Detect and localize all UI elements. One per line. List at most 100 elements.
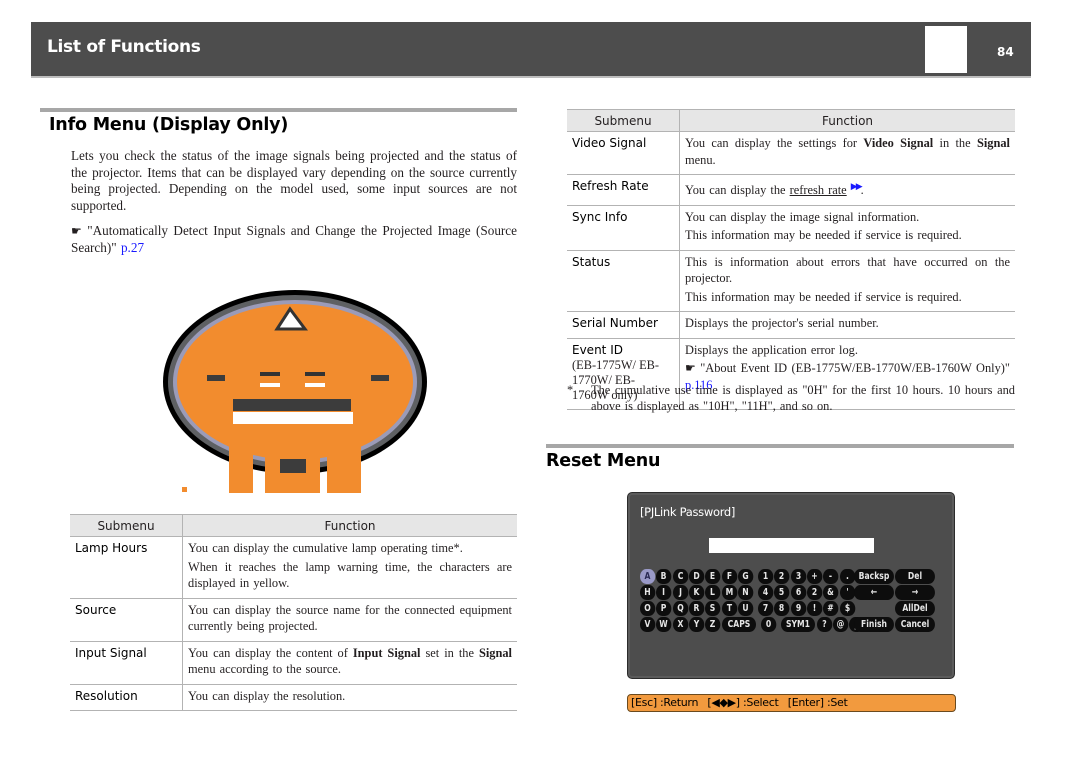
- help-select: [◀◆▶] :Select: [707, 696, 779, 709]
- key-x63[interactable]: ?: [816, 617, 832, 632]
- table-row: Video Signal You can display the setting…: [567, 131, 1015, 175]
- key-x43[interactable]: +: [807, 569, 822, 584]
- key-a[interactable]: A: [640, 569, 655, 584]
- key-z[interactable]: Z: [705, 617, 721, 632]
- key-x46[interactable]: .: [839, 569, 855, 584]
- backspace-key[interactable]: Backsp: [854, 569, 894, 584]
- submenu-cell: Source: [70, 597, 183, 642]
- table-row: Lamp Hours You can display the cumulativ…: [70, 536, 517, 599]
- footnote-mark: *: [567, 383, 574, 397]
- submenu-cell: Status: [567, 249, 680, 313]
- function-text: You can display the settings for: [685, 136, 864, 150]
- key-e[interactable]: E: [705, 569, 721, 584]
- column-header-function: Function: [182, 514, 517, 537]
- info-menu-table-right: Submenu Function Video Signal You can di…: [567, 109, 1015, 411]
- key-y[interactable]: Y: [688, 617, 704, 632]
- function-text: Displays the application error log.: [685, 342, 858, 357]
- header-marker-box: [925, 26, 967, 73]
- key-m[interactable]: M: [721, 585, 737, 600]
- key-4[interactable]: 4: [758, 585, 774, 600]
- key-q[interactable]: Q: [672, 601, 688, 616]
- key-5[interactable]: 5: [774, 585, 790, 600]
- function-cell: You can display the source name for the …: [182, 597, 517, 642]
- key-d[interactable]: D: [688, 569, 704, 584]
- key-v[interactable]: V: [640, 617, 655, 632]
- function-cell: You can display the settings for Video S…: [679, 131, 1015, 175]
- key-x38[interactable]: &: [823, 585, 839, 600]
- table-row: Status This is information about errors …: [567, 249, 1015, 313]
- key-o[interactable]: O: [640, 601, 655, 616]
- key-n[interactable]: N: [737, 585, 753, 600]
- key-l[interactable]: L: [705, 585, 721, 600]
- key-caps[interactable]: CAPS: [721, 617, 756, 632]
- key-f[interactable]: F: [721, 569, 737, 584]
- function-cell: This is information about errors that ha…: [679, 249, 1015, 313]
- key-3[interactable]: 3: [790, 569, 806, 584]
- key-k[interactable]: K: [688, 585, 704, 600]
- info-menu-intro: Lets you check the status of the image s…: [71, 148, 517, 213]
- reference-link[interactable]: p.27: [121, 240, 144, 255]
- key-x33[interactable]: !: [807, 601, 822, 616]
- finish-key[interactable]: Finish: [854, 617, 894, 632]
- function-text: When it reaches the lamp warning time, t…: [188, 559, 512, 591]
- key-x36[interactable]: $: [839, 601, 855, 616]
- key-sym1[interactable]: SYM1: [781, 617, 816, 632]
- key-p[interactable]: P: [656, 601, 672, 616]
- all-delete-key[interactable]: AllDel: [895, 601, 935, 616]
- glossary-link-refresh-rate[interactable]: refresh rate: [790, 183, 847, 197]
- column-header-submenu: Submenu: [567, 109, 680, 132]
- function-text: You can display the image signal informa…: [685, 209, 920, 224]
- key-h[interactable]: H: [640, 585, 655, 600]
- osd-image-letter-p: [327, 437, 361, 493]
- key-i[interactable]: I: [656, 585, 672, 600]
- function-text: in the: [933, 136, 977, 150]
- help-enter-set: [Enter] :Set: [787, 696, 848, 709]
- cursor-right-key[interactable]: →: [895, 585, 935, 600]
- column-header-submenu: Submenu: [70, 514, 183, 537]
- osd-image-detail: [260, 383, 280, 387]
- key-r[interactable]: R: [688, 601, 704, 616]
- key-2[interactable]: 2: [807, 585, 822, 600]
- key-u[interactable]: U: [737, 601, 753, 616]
- info-menu-table-left: Submenu Function Lamp Hours You can disp…: [70, 514, 517, 711]
- key-6[interactable]: 6: [790, 585, 806, 600]
- osd-image-bar: [233, 412, 353, 424]
- key-c[interactable]: C: [672, 569, 688, 584]
- section-title-reset-menu: Reset Menu: [546, 451, 661, 471]
- key-x[interactable]: X: [672, 617, 688, 632]
- key-7[interactable]: 7: [758, 601, 774, 616]
- page-header: List of Functions 84: [31, 22, 1031, 78]
- function-text: set in the: [420, 645, 479, 660]
- delete-key[interactable]: Del: [895, 569, 935, 584]
- key-b[interactable]: B: [656, 569, 672, 584]
- key-0[interactable]: 0: [761, 617, 776, 632]
- function-text: .: [860, 183, 864, 198]
- osd-image-mouth: [233, 399, 351, 411]
- key-2[interactable]: 2: [774, 569, 790, 584]
- key-1[interactable]: 1: [758, 569, 774, 584]
- key-8[interactable]: 8: [774, 601, 790, 616]
- key-j[interactable]: J: [672, 585, 688, 600]
- submenu-cell: Sync Info: [567, 204, 680, 251]
- key-t[interactable]: T: [721, 601, 737, 616]
- key-x45[interactable]: -: [823, 569, 839, 584]
- key-x35[interactable]: #: [823, 601, 839, 616]
- key-s[interactable]: S: [705, 601, 721, 616]
- function-text: menu according to the source.: [188, 662, 341, 676]
- function-cell: You can display the image signal informa…: [679, 204, 1015, 251]
- osd-image-letter-o-hole: [280, 459, 306, 473]
- osd-image-dot: [182, 487, 187, 492]
- key-x39[interactable]: ': [839, 585, 855, 600]
- key-9[interactable]: 9: [790, 601, 806, 616]
- osd-help-bar: [Esc] :Return [◀◆▶] :Select [Enter] :Set: [627, 694, 956, 712]
- key-w[interactable]: W: [656, 617, 672, 632]
- table-row: Input Signal You can display the content…: [70, 640, 517, 685]
- cancel-key[interactable]: Cancel: [895, 617, 935, 632]
- cursor-left-key[interactable]: ←: [854, 585, 894, 600]
- glossary-arrow-icon[interactable]: ▶▶: [851, 181, 863, 191]
- key-g[interactable]: G: [737, 569, 753, 584]
- key-x64[interactable]: @: [833, 617, 849, 632]
- password-input[interactable]: [709, 538, 874, 553]
- table-header-row: Submenu Function: [70, 514, 517, 537]
- function-text: You can display the cumulative lamp oper…: [188, 541, 463, 555]
